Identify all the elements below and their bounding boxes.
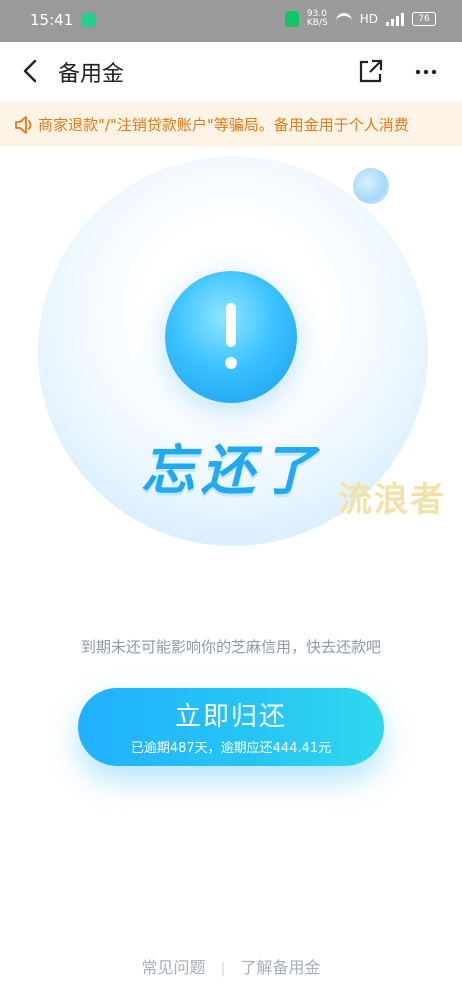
hd-label: HD — [359, 12, 378, 26]
app-header: 备用金 — [0, 42, 462, 102]
wifi-icon — [335, 12, 352, 26]
exclamation-icon — [225, 303, 237, 369]
security-shield-icon — [284, 11, 299, 27]
chat-app-icon — [82, 13, 96, 27]
speaker-icon — [15, 116, 32, 134]
alert-badge — [165, 271, 297, 403]
net-speed-unit: KB/S — [306, 18, 328, 28]
repay-now-button[interactable]: 立即归还 已逾期487天，逾期应还444.41元 — [78, 688, 384, 766]
decorative-bubble — [353, 168, 389, 204]
repay-button-label: 立即归还 — [174, 702, 287, 732]
back-arrow-icon[interactable] — [18, 58, 44, 84]
learn-more-link[interactable]: 了解备用金 — [240, 958, 320, 977]
footer-links: 常见问题 | 了解备用金 — [0, 954, 462, 978]
signal-icon — [386, 12, 404, 26]
notice-text: 商家退款"/"注销贷款账户"等骗局。备用金用于个人消费 — [38, 116, 409, 134]
battery-icon: 76 — [412, 12, 436, 26]
footer-divider: | — [220, 961, 226, 977]
more-options-icon[interactable] — [414, 60, 438, 84]
share-icon[interactable] — [358, 58, 384, 84]
page-title: 备用金 — [58, 62, 125, 87]
faq-link[interactable]: 常见问题 — [142, 958, 206, 977]
status-indicators: 93.0 KB/S HD 76 — [284, 10, 436, 28]
watermark: 流浪者 — [338, 480, 446, 520]
overdue-detail: 已逾期487天，逾期应还444.41元 — [130, 741, 332, 756]
net-speed: 93.0 KB/S — [307, 10, 328, 28]
subtitle: 到期未还可能影响你的芝麻信用，快去还款吧 — [80, 638, 381, 656]
status-bar: 15:41 93.0 KB/S HD 76 — [0, 0, 462, 42]
notice-bar[interactable]: 商家退款"/"注销贷款账户"等骗局。备用金用于个人消费 — [0, 102, 462, 146]
status-time: 15:41 — [30, 11, 74, 29]
screen: 15:41 93.0 KB/S HD 76 备用金 商家退款"/"注销贷款账户"… — [0, 0, 462, 1000]
overdue-illustration: 忘还了 流浪者 — [0, 146, 462, 606]
